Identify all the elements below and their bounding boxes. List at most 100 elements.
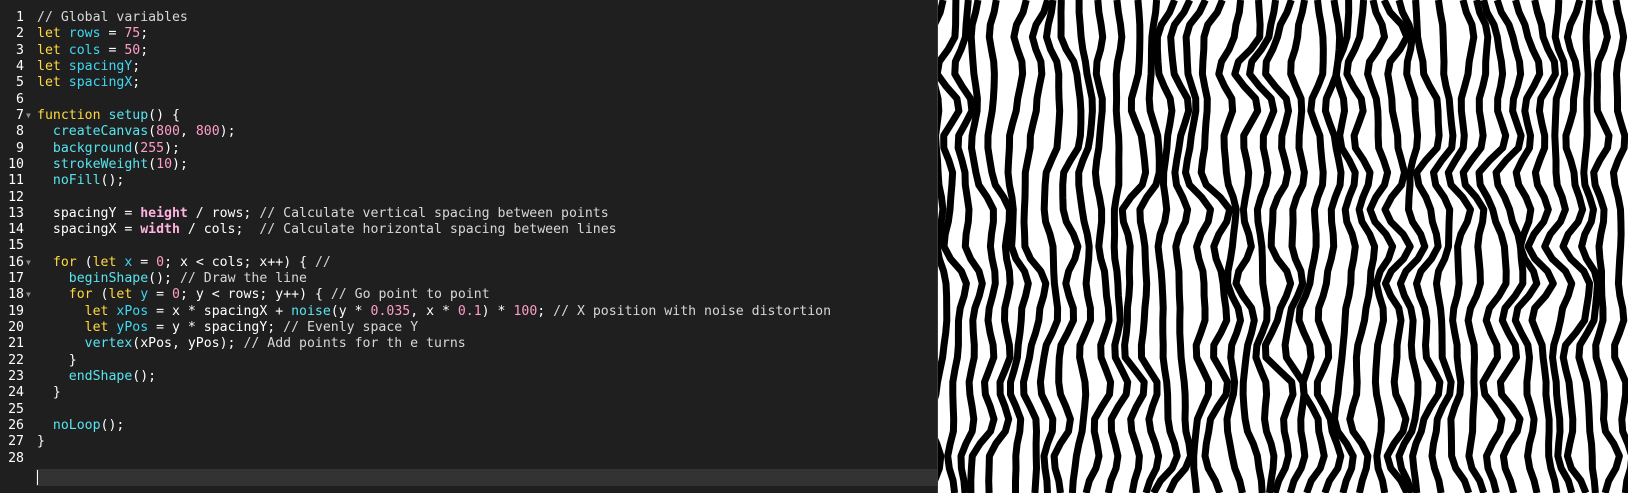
code-token: 10 <box>156 156 173 172</box>
line-number: 24 <box>8 385 24 401</box>
line-number: 5 <box>16 75 24 91</box>
code-token: xPos <box>116 303 149 319</box>
fold-arrow-icon[interactable]: ▼ <box>26 286 34 303</box>
code-token: () { <box>148 107 180 123</box>
code-line[interactable]: vertex(xPos, yPos); // Add points for th… <box>37 335 466 352</box>
code-token: ) * <box>481 303 514 319</box>
code-line[interactable]: let spacingX; <box>37 74 140 91</box>
code-token: let <box>108 287 141 303</box>
code-line[interactable]: } <box>37 433 45 450</box>
code-line[interactable]: } <box>37 352 77 369</box>
code-line[interactable]: // Global variables <box>37 9 188 26</box>
code-line[interactable]: let yPos = y * spacingY; // Evenly space… <box>37 319 419 336</box>
code-line[interactable]: function setup() { <box>37 107 180 124</box>
code-line[interactable]: for (let y = 0; y < rows; y++) { // Go p… <box>37 286 490 303</box>
code-token: noLoop <box>52 418 101 433</box>
code-token: ; <box>140 42 149 58</box>
code-token: createCanvas <box>52 124 149 140</box>
line-number: 4 <box>16 58 24 74</box>
code-line[interactable]: noFill(); <box>37 172 124 189</box>
text-cursor <box>37 470 38 485</box>
code-token: setup <box>108 107 149 123</box>
code-token: = <box>100 42 125 58</box>
code-token: beginShape <box>68 271 149 287</box>
line-number: 15 <box>8 238 24 254</box>
code-line[interactable]: spacingY = height / rows; // Calculate v… <box>37 205 609 222</box>
code-token: 0.1 <box>457 303 482 319</box>
code-token: strokeWeight <box>52 156 149 172</box>
fold-arrow-icon[interactable]: ▼ <box>26 254 34 271</box>
fold-arrow-icon[interactable]: ▼ <box>26 107 34 124</box>
code-token: // X position with noise distortion <box>553 303 832 319</box>
code-line[interactable]: spacingX = width / cols; // Calculate ho… <box>37 221 617 238</box>
code-line[interactable]: let spacingY; <box>37 58 140 75</box>
code-token: spacingY = <box>37 205 141 221</box>
line-number: 8 <box>16 124 24 140</box>
code-line[interactable]: endShape(); <box>37 368 156 385</box>
code-token: endShape <box>68 369 133 385</box>
line-number: 12 <box>8 189 24 205</box>
code-token: let <box>37 75 69 91</box>
code-token: ; x < cols; x++) { <box>164 254 315 270</box>
code-token: (); <box>132 369 157 385</box>
code-token: // Go point to point <box>330 287 490 303</box>
line-number: 10 <box>8 156 24 172</box>
code-token: // Add points for th e turns <box>243 336 466 352</box>
code-token: = x * spacingX + <box>148 303 292 319</box>
code-token: ; y < rows; y++) { <box>179 287 331 303</box>
line-number: 11 <box>8 173 24 189</box>
code-editor[interactable]: 1 2 3 4 5 6 7 ▼ 8 9 10 11 12 13 14 15 16 ▼ 17 18 ▼ 19 20 21 22 23… <box>0 0 937 493</box>
code-token: } <box>37 352 77 368</box>
code-token: = y * spacingY; <box>148 320 284 336</box>
code-token: function <box>37 107 109 123</box>
line-number: 7 <box>16 107 24 123</box>
code-token: (); <box>148 271 180 287</box>
code-token: 800 <box>195 124 220 140</box>
code-token: height <box>140 205 188 221</box>
code-token: (); <box>100 173 125 189</box>
code-token: ( <box>92 287 109 303</box>
code-token: y <box>140 287 149 303</box>
sketch-line <box>951 0 986 493</box>
code-token: ( <box>76 254 93 270</box>
sketch-line <box>1281 0 1309 493</box>
code-token: 50 <box>124 42 141 58</box>
code-token: , <box>179 124 196 140</box>
line-number: 26 <box>8 418 24 433</box>
sketch-line <box>1182 0 1214 493</box>
code-token: ( <box>148 124 157 140</box>
code-token: = <box>148 287 173 303</box>
line-number: 14 <box>8 222 24 238</box>
line-number: 21 <box>8 336 24 352</box>
code-token: 255 <box>140 140 165 156</box>
code-line[interactable]: for (let x = 0; x < cols; x++) { // <box>37 254 331 271</box>
code-area[interactable]: // Global variables let rows = 75; let col… <box>36 0 937 493</box>
code-line[interactable]: strokeWeight(10); <box>37 156 188 173</box>
code-line[interactable]: let rows = 75; <box>37 25 148 42</box>
code-token: noise <box>291 303 331 319</box>
code-token: noFill <box>52 173 101 189</box>
code-line[interactable]: noLoop(); <box>37 417 124 434</box>
line-number: 3 <box>16 42 24 58</box>
code-token: ); <box>172 156 188 172</box>
preview-svg <box>938 0 1628 493</box>
code-token: 100 <box>513 303 538 319</box>
code-token: let <box>84 320 117 336</box>
code-token: 75 <box>124 26 141 42</box>
code-line[interactable]: createCanvas(800, 800); <box>37 123 236 140</box>
code-line[interactable]: background(255); <box>37 140 180 157</box>
code-line[interactable]: } <box>37 384 61 401</box>
code-line[interactable]: let xPos = x * spacingX + noise(y * 0.03… <box>37 303 831 320</box>
code-token: spacingX = <box>37 222 141 238</box>
line-number: 20 <box>8 320 24 336</box>
code-line[interactable]: let cols = 50; <box>37 42 148 59</box>
code-token: 0 <box>156 254 165 270</box>
code-line[interactable]: beginShape(); // Draw the line <box>37 270 307 287</box>
